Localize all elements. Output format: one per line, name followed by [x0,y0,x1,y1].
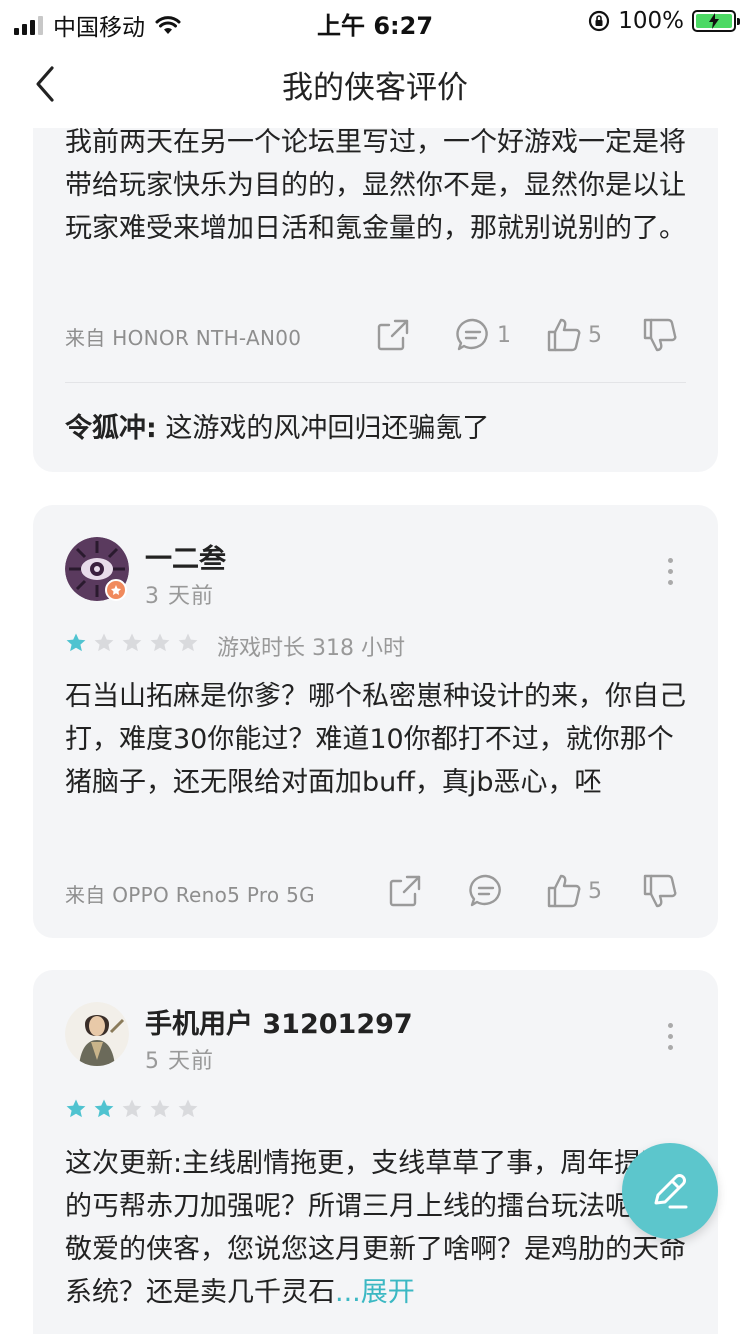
device-label: 来自 OPPO Reno5 Pro 5G [65,883,315,907]
navigation-bar: 我的侠客评价 [0,40,750,128]
battery-icon [692,10,740,32]
avatar-image [65,1002,129,1066]
comment-count: 1 [497,322,511,348]
comment-button[interactable]: 1 [455,317,511,353]
star-rating [65,632,199,654]
share-icon [377,319,409,351]
reply-text: 这游戏的风冲回归还骗氪了 [156,413,490,444]
star-filled-icon [94,1099,114,1118]
status-bar: 中国移动 上午 6:27 100% [0,0,750,41]
star-empty-icon [178,1099,198,1118]
thumbs-up-icon [547,318,581,352]
star-empty-icon [178,633,198,652]
pen-icon [654,1174,688,1209]
dislike-button[interactable] [642,873,678,909]
like-button[interactable]: 5 [546,317,602,353]
username[interactable]: 一二叁 [145,537,226,576]
thumbs-down-icon [643,318,677,352]
playtime-label: 游戏时长 318 小时 [217,636,405,661]
dislike-button[interactable] [642,317,678,353]
star-filled-icon [66,633,86,652]
review-card: 一二叁 3 天前 游戏时长 318 小时 石当山拓麻是你爹？哪个私密崽种设计的来… [33,505,718,938]
reply-preview[interactable]: 令狐冲: 这游戏的风冲回归还骗氪了 [65,406,489,445]
review-text: 我前两天在另一个论坛里写过，一个好游戏一定是将带给玩家快乐为目的的，显然你不是，… [65,127,686,244]
star-empty-icon [150,633,170,652]
thumbs-up-icon [547,874,581,908]
star-empty-icon [122,1099,142,1118]
device-label: 来自 HONOR NTH-AN00 [65,326,302,350]
review-text: 这次更新:主线剧情拖更，支线草草了事，周年提到的丐帮赤刀加强呢？所谓三月上线的擂… [65,1142,690,1314]
reply-username: 令狐冲: [65,413,157,444]
divider [65,382,686,383]
write-review-button[interactable] [622,1143,718,1239]
review-card: 我前两天在另一个论坛里写过，一个好游戏一定是将带给玩家快乐为目的的，显然你不是，… [33,100,718,472]
thumbs-down-icon [643,874,677,908]
comment-button[interactable] [468,873,504,909]
expand-link[interactable]: ...展开 [335,1277,415,1308]
post-time: 3 天前 [145,584,214,609]
like-button[interactable]: 5 [546,873,602,909]
post-time: 5 天前 [145,1049,214,1074]
share-icon [389,875,421,907]
star-rating [65,1098,199,1120]
rotation-lock-icon [589,10,610,32]
avatar[interactable] [65,1002,129,1066]
page-title: 我的侠客评价 [282,70,468,106]
battery-percent: 100% [618,8,684,34]
star-empty-icon [122,633,142,652]
more-options-icon[interactable] [666,558,674,585]
level-badge-icon [105,579,127,601]
like-count: 5 [588,322,602,348]
share-button[interactable] [387,873,423,909]
like-count: 5 [588,878,602,904]
comment-icon [456,318,488,351]
star-filled-icon [66,1099,86,1118]
comment-icon [469,874,501,907]
more-options-icon[interactable] [666,1023,674,1050]
review-card: 手机用户 31201297 5 天前 这次更新:主线剧情拖更，支线草草了事，周年… [33,970,718,1334]
star-empty-icon [94,633,114,652]
review-text: 石当山拓麻是你爹？哪个私密崽种设计的来，你自己打，难度30你能过？难道10你都打… [65,681,686,798]
share-button[interactable] [375,317,411,353]
star-empty-icon [150,1099,170,1118]
username[interactable]: 手机用户 31201297 [145,1002,413,1041]
